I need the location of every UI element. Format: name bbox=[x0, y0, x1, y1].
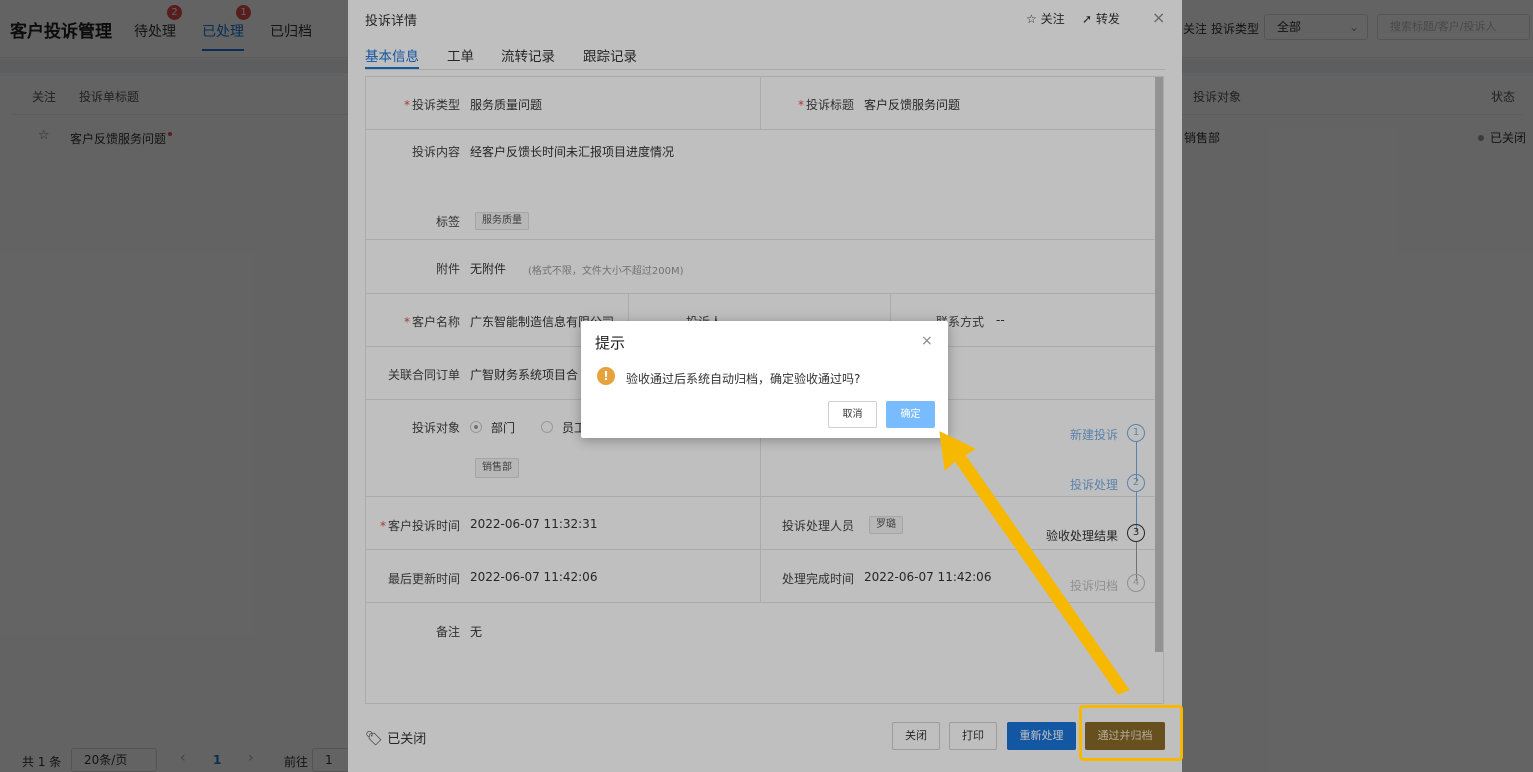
annotation-arrow bbox=[939, 431, 1130, 695]
arrow-shape bbox=[939, 431, 1130, 695]
